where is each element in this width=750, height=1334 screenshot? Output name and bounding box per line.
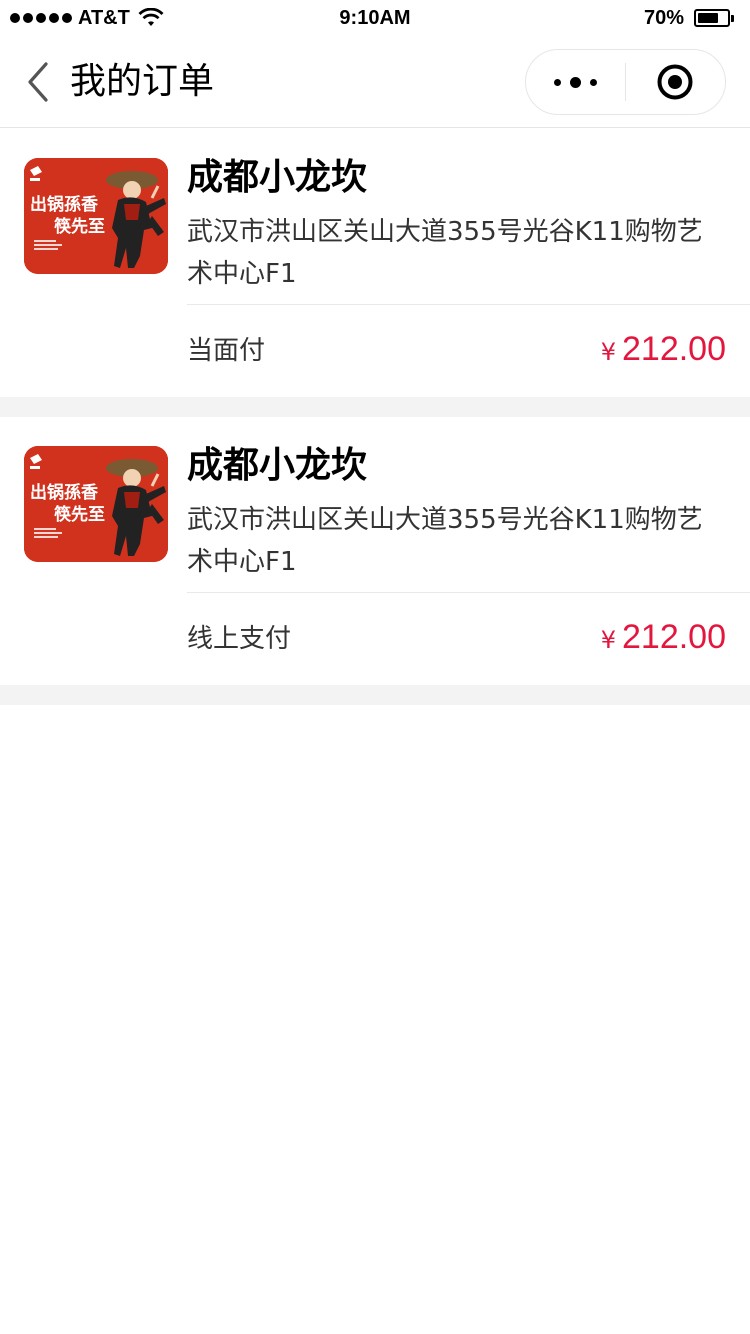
divider bbox=[187, 304, 750, 305]
order-list: 出锅孫香 筷先至 成都小龙坎 武汉市洪山区关山大道355号光谷K11购物艺术中心… bbox=[0, 129, 750, 705]
divider bbox=[187, 592, 750, 593]
back-button[interactable] bbox=[22, 58, 56, 106]
price-amount: 212.00 bbox=[622, 618, 726, 656]
price-amount: 212.00 bbox=[622, 330, 726, 368]
status-bar: AT&T 9:10AM 70% bbox=[0, 0, 750, 38]
order-price: ¥ 212.00 bbox=[601, 613, 726, 664]
section-gap bbox=[0, 397, 750, 417]
shop-name: 成都小龙坎 bbox=[187, 157, 368, 198]
order-card[interactable]: 出锅孫香 筷先至 成都小龙坎 武汉市洪山区关山大道355号光谷K11购物艺术中心… bbox=[0, 129, 750, 397]
nav-bar: 我的订单 bbox=[0, 38, 750, 128]
more-dots-icon bbox=[554, 76, 597, 88]
target-circle-icon bbox=[657, 64, 693, 100]
shop-address: 武汉市洪山区关山大道355号光谷K11购物艺术中心F1 bbox=[187, 217, 703, 289]
more-button[interactable] bbox=[526, 50, 625, 114]
status-right: 70% bbox=[644, 7, 736, 29]
shop-thumbnail: 出锅孫香 筷先至 bbox=[24, 446, 168, 562]
currency-symbol: ¥ bbox=[600, 626, 616, 654]
shop-logo-image: 出锅孫香 筷先至 bbox=[24, 158, 168, 274]
svg-text:出锅孫香: 出锅孫香 bbox=[30, 194, 98, 215]
svg-text:筷先至: 筷先至 bbox=[54, 216, 105, 237]
section-gap bbox=[0, 685, 750, 705]
svg-text:出锅孫香: 出锅孫香 bbox=[30, 482, 98, 503]
payment-method: 当面付 bbox=[187, 336, 266, 366]
shop-address: 武汉市洪山区关山大道355号光谷K11购物艺术中心F1 bbox=[187, 505, 703, 577]
battery-percent: 70% bbox=[643, 7, 684, 29]
shop-thumbnail: 出锅孫香 筷先至 bbox=[24, 158, 168, 274]
close-mini-program-button[interactable] bbox=[626, 50, 725, 114]
currency-symbol: ¥ bbox=[600, 338, 616, 366]
shop-logo-image: 出锅孫香 筷先至 bbox=[24, 446, 168, 562]
status-time: 9:10AM bbox=[339, 7, 411, 29]
payment-method: 线上支付 bbox=[187, 624, 292, 654]
order-card[interactable]: 出锅孫香 筷先至 成都小龙坎 武汉市洪山区关山大道355号光谷K11购物艺术中心… bbox=[0, 417, 750, 685]
svg-text:筷先至: 筷先至 bbox=[54, 504, 105, 525]
shop-name: 成都小龙坎 bbox=[187, 445, 368, 486]
mini-program-capsule bbox=[525, 49, 726, 115]
order-price: ¥ 212.00 bbox=[601, 325, 726, 376]
chevron-left-icon bbox=[28, 62, 48, 102]
battery-icon bbox=[694, 8, 736, 28]
page-title: 我的订单 bbox=[70, 61, 215, 102]
